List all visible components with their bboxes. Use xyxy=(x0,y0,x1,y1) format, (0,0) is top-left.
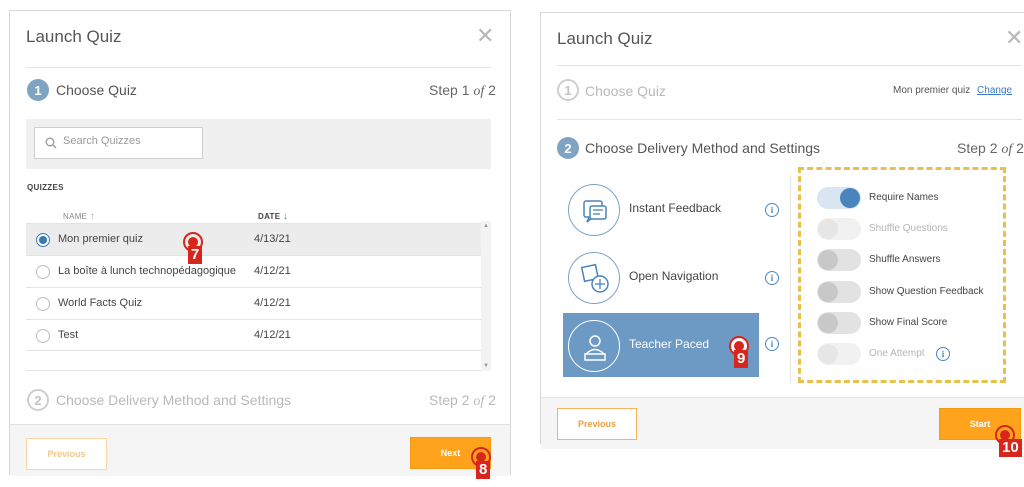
toggle-label: Require Names xyxy=(869,192,939,203)
show-final-score-toggle[interactable] xyxy=(817,312,861,334)
click-marker: 7 xyxy=(182,231,212,265)
quizzes-heading: QUIZZES xyxy=(27,183,64,192)
selected-quiz-name: Mon premier quiz xyxy=(893,85,971,96)
quiz-name: World Facts Quiz xyxy=(58,297,143,309)
quiz-radio[interactable] xyxy=(36,329,50,343)
dialog-title: Launch Quiz xyxy=(557,29,653,48)
step-2-count: Step 2 of 2 xyxy=(429,392,496,409)
table-row[interactable]: Mon premier quiz 4/13/21 xyxy=(26,223,481,255)
toggle-label: Show Final Score xyxy=(869,317,948,328)
search-area xyxy=(26,119,491,169)
info-icon[interactable]: i xyxy=(936,347,950,361)
step-marker-number: 9 xyxy=(734,350,749,368)
info-icon[interactable]: i xyxy=(765,271,779,285)
divider xyxy=(790,175,791,383)
shuffle-answers-toggle[interactable] xyxy=(817,249,861,271)
divider xyxy=(557,65,1022,66)
step-2-title: Choose Delivery Method and Settings xyxy=(56,392,292,408)
step-2-badge: 2 xyxy=(557,137,579,159)
step-marker-number: 8 xyxy=(476,461,491,479)
quiz-radio[interactable] xyxy=(36,297,50,311)
quiz-radio[interactable] xyxy=(36,265,50,279)
step-marker-number: 7 xyxy=(188,246,203,264)
close-icon[interactable]: ✕ xyxy=(476,25,494,47)
click-marker: 9 xyxy=(728,335,758,369)
method-instant-feedback[interactable]: Instant Feedback xyxy=(563,177,759,241)
scroll-up-icon[interactable]: ▲ xyxy=(483,223,489,229)
selected-quiz-summary: Mon premier quiz Change xyxy=(893,85,1012,96)
quiz-table: Mon premier quiz 4/13/21 La boîte à lunc… xyxy=(26,221,491,371)
teacher-paced-icon xyxy=(568,320,620,372)
toggle-label: Shuffle Answers xyxy=(869,254,941,265)
quiz-date: 4/12/21 xyxy=(254,329,291,341)
table-row[interactable]: Test 4/12/21 xyxy=(26,319,481,351)
step-1-count: Step 1 of 2 xyxy=(429,82,496,99)
toggle-label: Shuffle Questions xyxy=(869,223,948,234)
shuffle-questions-toggle xyxy=(817,218,861,240)
method-open-navigation[interactable]: Open Navigation xyxy=(563,245,759,309)
launch-quiz-dialog-step2: Launch Quiz ✕ 1 Choose Quiz Mon premier … xyxy=(540,12,1024,449)
search-input[interactable] xyxy=(63,135,198,147)
dialog-title: Launch Quiz xyxy=(26,27,122,46)
step-1-badge: 1 xyxy=(27,79,49,101)
info-icon[interactable]: i xyxy=(765,203,779,217)
show-question-feedback-toggle[interactable] xyxy=(817,281,861,303)
method-label: Open Navigation xyxy=(629,269,719,283)
toggle-label: Show Question Feedback xyxy=(869,286,984,297)
quiz-name: Mon premier quiz xyxy=(58,233,143,245)
instant-feedback-icon xyxy=(568,184,620,236)
table-scrollbar[interactable]: ▲ ▼ xyxy=(481,221,491,371)
dialog-footer: Previous Start xyxy=(541,397,1024,449)
one-attempt-toggle xyxy=(817,343,861,365)
dialog-footer: Previous Next xyxy=(10,424,510,476)
quiz-name: La boîte à lunch technopédagogique xyxy=(58,265,236,277)
step-1-title: Choose Quiz xyxy=(56,82,137,98)
method-label: Instant Feedback xyxy=(629,201,722,215)
change-link[interactable]: Change xyxy=(977,85,1012,96)
quiz-date: 4/12/21 xyxy=(254,297,291,309)
quiz-name: Test xyxy=(58,329,79,341)
search-icon xyxy=(45,137,57,149)
require-names-toggle[interactable] xyxy=(817,187,861,209)
launch-quiz-dialog-step1: Launch Quiz ✕ 1 Choose Quiz Step 1 of 2 … xyxy=(9,10,511,476)
step-marker-number: 10 xyxy=(999,439,1022,457)
previous-button[interactable]: Previous xyxy=(557,408,637,440)
search-box[interactable] xyxy=(34,127,203,159)
table-row[interactable]: La boîte à lunch technopédagogique 4/12/… xyxy=(26,255,481,287)
close-icon[interactable]: ✕ xyxy=(1005,27,1023,49)
open-navigation-icon xyxy=(568,252,620,304)
step-2-title: Choose Delivery Method and Settings xyxy=(585,140,821,156)
step-1-title: Choose Quiz xyxy=(585,83,666,99)
toggle-label: One Attempt xyxy=(869,348,925,359)
quiz-date: 4/12/21 xyxy=(254,265,291,277)
previous-button[interactable]: Previous xyxy=(26,438,107,470)
divider xyxy=(557,119,1022,120)
scroll-down-icon[interactable]: ▼ xyxy=(483,363,489,369)
method-label: Teacher Paced xyxy=(629,337,710,351)
step-2-badge: 2 xyxy=(27,389,49,411)
step-2-count: Step 2 of 2 xyxy=(957,140,1024,157)
click-marker: 10 xyxy=(994,424,1024,458)
click-marker: 8 xyxy=(470,446,500,480)
quiz-date: 4/13/21 xyxy=(254,233,291,245)
divider xyxy=(26,67,491,68)
quiz-radio[interactable] xyxy=(36,233,50,247)
table-row[interactable]: World Facts Quiz 4/12/21 xyxy=(26,287,481,319)
info-icon[interactable]: i xyxy=(765,337,779,351)
step-1-badge: 1 xyxy=(557,79,579,101)
